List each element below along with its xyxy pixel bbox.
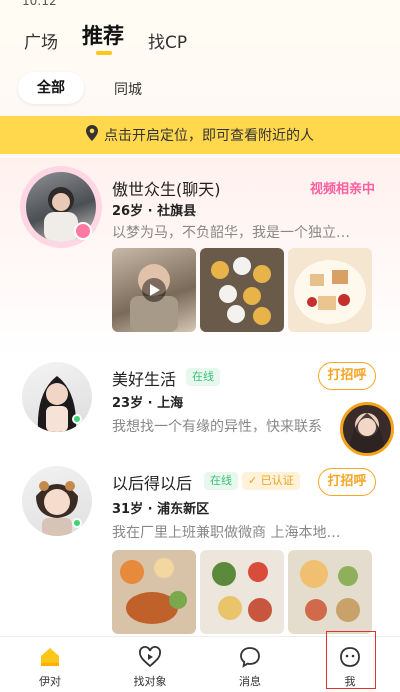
nav-label: 消息	[239, 675, 261, 688]
online-badge: 在线	[204, 472, 238, 490]
location-banner[interactable]: 点击开启定位，即可查看附近的人	[0, 116, 400, 154]
nav-item-find-partner[interactable]: 找对象	[100, 637, 200, 692]
active-tab-indicator	[96, 51, 112, 55]
user-photo[interactable]	[112, 550, 196, 634]
say-hello-button[interactable]: 打招呼	[318, 468, 376, 496]
avatar[interactable]	[22, 466, 92, 536]
nav-item-messages[interactable]: 消息	[200, 637, 300, 692]
user-age-location: 31岁 · 浦东新区	[112, 502, 210, 517]
nav-label: 伊对	[39, 675, 61, 688]
home-icon	[41, 648, 59, 666]
user-bio: 以梦为马，不负韶华，我是一个独立…	[112, 225, 350, 241]
user-name: 以后得以后	[112, 474, 193, 493]
verified-badge: ✓ 已认证	[242, 472, 300, 490]
online-indicator	[72, 414, 82, 424]
selection-highlight	[326, 631, 376, 689]
location-banner-text: 点击开启定位，即可查看附近的人	[104, 128, 314, 144]
video-dating-status: 视频相亲中	[310, 182, 376, 197]
filter-city[interactable]: 同城	[114, 79, 142, 99]
user-bio: 我在厂里上班兼职做微商 上海本地…	[112, 525, 341, 541]
nav-item-home[interactable]: 伊对	[0, 637, 100, 692]
verified-label: 已认证	[260, 474, 294, 487]
nav-label: 找对象	[133, 675, 167, 688]
user-bio: 我想找一个有缘的异性，快来联系	[112, 419, 322, 435]
user-age-location: 23岁 · 上海	[112, 396, 184, 411]
user-video-thumbnail[interactable]	[112, 248, 196, 332]
live-badge-icon	[74, 222, 92, 240]
heart-icon	[139, 646, 161, 668]
filter-all[interactable]: 全部	[18, 72, 84, 104]
online-indicator	[72, 518, 82, 528]
status-time: 10:12	[22, 0, 57, 8]
tab-plaza[interactable]: 广场	[24, 28, 58, 53]
verified-icon: ✓	[248, 474, 261, 487]
floating-avatar[interactable]	[340, 402, 394, 456]
location-pin-icon	[86, 125, 98, 145]
tab-recommend[interactable]: 推荐	[82, 20, 124, 50]
status-bar: 10:12	[0, 0, 400, 12]
user-name: 傲世众生(聊天)	[112, 180, 221, 199]
user-age-location: 26岁 · 社旗县	[112, 204, 197, 219]
user-photo[interactable]	[200, 248, 284, 332]
user-photo[interactable]	[288, 248, 372, 332]
tab-find-cp[interactable]: 找CP	[148, 28, 187, 53]
avatar[interactable]	[22, 362, 92, 432]
top-tabs: 广场 推荐 找CP	[0, 18, 400, 58]
message-icon	[240, 647, 260, 668]
user-photo[interactable]	[200, 550, 284, 634]
user-name: 美好生活	[112, 370, 177, 389]
online-badge: 在线	[186, 368, 220, 386]
say-hello-button[interactable]: 打招呼	[318, 362, 376, 390]
user-photo[interactable]	[288, 550, 372, 634]
